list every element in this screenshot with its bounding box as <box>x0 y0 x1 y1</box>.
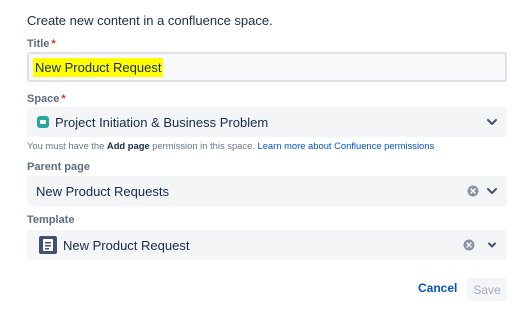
template-value: New Product Request <box>63 237 190 253</box>
title-input[interactable]: New Product Request <box>27 52 507 82</box>
template-select[interactable]: New Product Request <box>27 230 507 260</box>
clear-icon[interactable] <box>467 185 479 197</box>
title-input-value: New Product Request <box>33 57 164 77</box>
space-icon <box>37 116 49 128</box>
hint-bold: Add page <box>106 140 150 151</box>
hint-prefix: You must have the <box>27 140 107 151</box>
clear-icon[interactable] <box>463 239 475 251</box>
space-label-text: Space <box>27 93 60 105</box>
intro-text: Create new content in a confluence space… <box>27 13 273 28</box>
permission-hint: You must have the Add page permission in… <box>27 140 434 151</box>
title-label-text: Title <box>27 38 50 50</box>
space-label: Space * <box>27 93 66 105</box>
parent-page-label: Parent page <box>27 161 90 173</box>
hint-middle: permission in this space. <box>149 140 258 151</box>
permissions-link[interactable]: Learn more about Confluence permissions <box>258 140 435 151</box>
chevron-down-icon[interactable] <box>485 238 499 252</box>
template-label: Template <box>27 214 75 226</box>
chevron-down-icon[interactable] <box>485 184 499 198</box>
title-label: Title * <box>27 38 56 50</box>
template-icon <box>39 236 57 254</box>
space-select-value: Project Initiation & Business Problem <box>55 114 269 130</box>
required-mark: * <box>61 93 66 105</box>
required-mark: * <box>51 38 56 50</box>
chevron-down-icon[interactable] <box>485 115 499 129</box>
parent-page-value: New Product Requests <box>36 183 169 199</box>
cancel-button[interactable]: Cancel <box>418 281 457 295</box>
save-button[interactable]: Save <box>467 278 507 301</box>
space-select[interactable]: Project Initiation & Business Problem <box>27 107 507 137</box>
parent-page-select[interactable]: New Product Requests <box>27 176 507 206</box>
